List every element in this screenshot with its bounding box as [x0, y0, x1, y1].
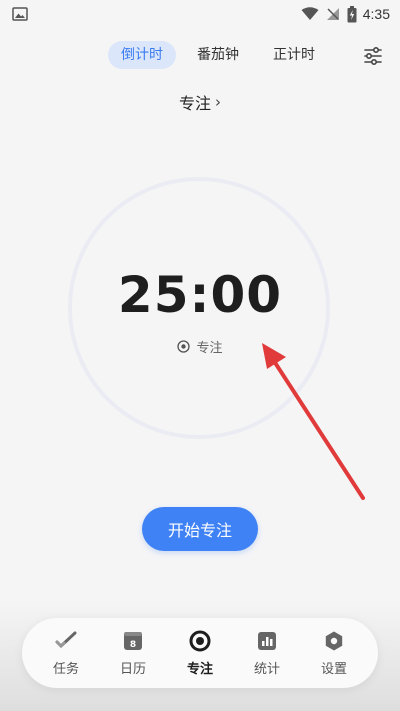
- bottom-nav: 任务 8 日历 专注 统计 设置: [22, 618, 378, 688]
- status-time: 4:35: [362, 6, 390, 22]
- focus-task-selector[interactable]: 专注 ›: [0, 90, 400, 114]
- status-bar: 4:35: [0, 0, 400, 28]
- check-icon: [55, 630, 77, 652]
- tab-stopwatch[interactable]: 正计时: [260, 41, 328, 69]
- nav-item-tasks[interactable]: 任务: [36, 630, 96, 677]
- nav-label-calendar: 日历: [119, 661, 146, 677]
- nav-item-focus[interactable]: 专注: [170, 630, 230, 677]
- timer-mode-text: 专注: [196, 341, 223, 356]
- tab-pomodoro[interactable]: 番茄钟: [184, 41, 252, 69]
- nav-item-settings[interactable]: 设置: [304, 630, 364, 677]
- tab-countdown[interactable]: 倒计时: [108, 41, 176, 69]
- focus-target-icon: [177, 340, 191, 353]
- timer-mode-label[interactable]: 专注: [0, 337, 400, 356]
- chevron-right-icon: ›: [215, 93, 221, 111]
- focus-icon: [189, 630, 211, 652]
- image-notification-icon: [12, 7, 28, 21]
- nav-label-tasks: 任务: [52, 661, 79, 677]
- nav-label-focus: 专注: [186, 661, 213, 677]
- battery-charging-icon: [347, 5, 357, 22]
- no-signal-icon: [326, 8, 339, 20]
- calendar-icon: 8: [122, 630, 144, 652]
- stats-icon: [256, 630, 278, 652]
- nav-label-settings: 设置: [320, 661, 347, 677]
- settings-icon: [323, 630, 345, 652]
- calendar-day: 8: [130, 640, 136, 650]
- focus-title-label: 专注: [178, 94, 211, 113]
- start-focus-button[interactable]: 开始专注: [142, 507, 258, 551]
- filter-settings-icon[interactable]: [362, 45, 384, 67]
- nav-item-calendar[interactable]: 8 日历: [103, 630, 163, 677]
- mode-tabs: 倒计时 番茄钟 正计时: [108, 41, 328, 69]
- nav-item-stats[interactable]: 统计: [237, 630, 297, 677]
- wifi-icon: [301, 7, 319, 20]
- timer-display: 25:00: [117, 266, 283, 324]
- nav-label-stats: 统计: [253, 661, 280, 677]
